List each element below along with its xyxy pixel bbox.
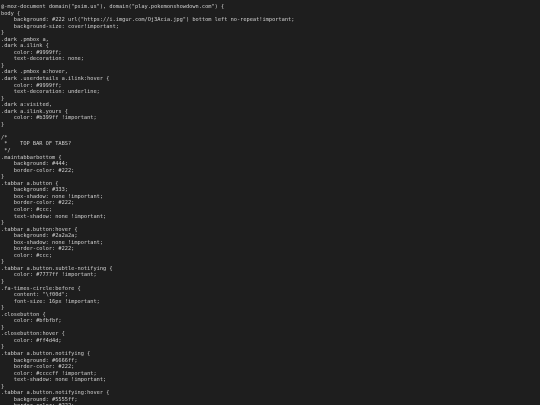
code-viewer: @-moz-document domain("psim.us"), domain… (0, 0, 540, 405)
css-code-block[interactable]: @-moz-document domain("psim.us"), domain… (0, 0, 540, 405)
